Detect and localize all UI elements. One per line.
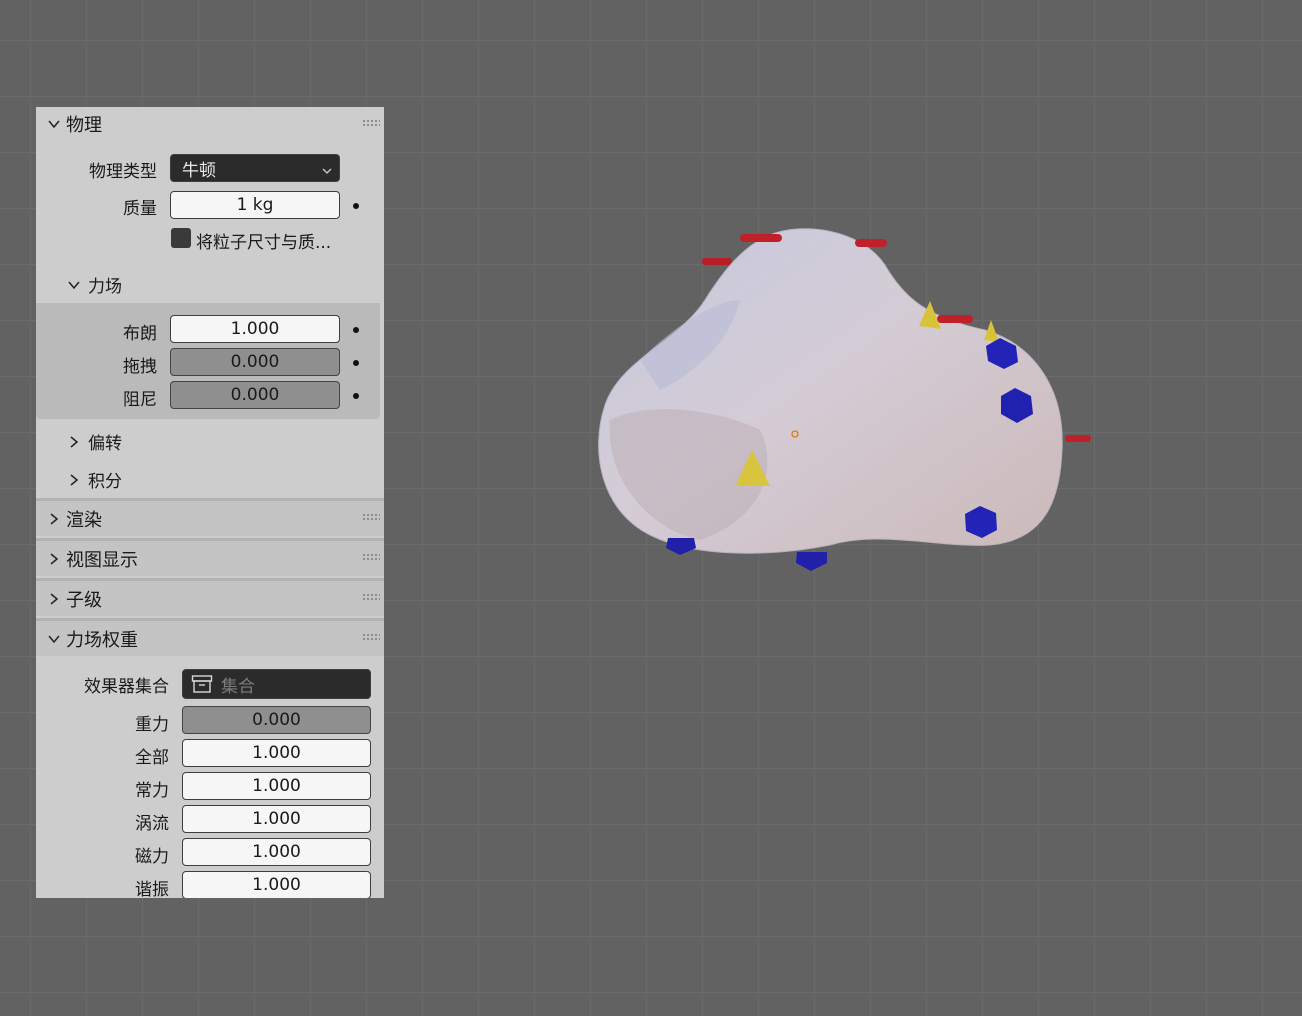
all-value: 1.000 bbox=[252, 743, 301, 763]
red-particles-back bbox=[702, 258, 732, 265]
harmonic-label: 谐振 bbox=[135, 880, 169, 898]
keyframe-dot-icon[interactable] bbox=[353, 393, 359, 399]
field-weights-panel-header[interactable]: 力场权重 bbox=[36, 618, 384, 656]
drag-handle-icon[interactable] bbox=[362, 633, 380, 641]
chevron-right-icon bbox=[66, 472, 82, 488]
deflection-title: 偏转 bbox=[88, 434, 122, 454]
harmonic-field[interactable]: 1.000 bbox=[182, 871, 371, 898]
drag-handle-icon[interactable] bbox=[362, 553, 380, 561]
physics-type-label: 物理类型 bbox=[89, 162, 157, 182]
force-field[interactable]: 1.000 bbox=[182, 772, 371, 800]
effector-collection-field[interactable]: 集合 bbox=[182, 669, 371, 699]
size-mass-checkbox[interactable] bbox=[171, 228, 191, 248]
drag-label: 拖拽 bbox=[123, 357, 157, 377]
deflection-subpanel-header[interactable]: 偏转 bbox=[66, 429, 122, 454]
render-panel-header[interactable]: 渲染 bbox=[36, 498, 384, 536]
chevron-right-icon bbox=[46, 551, 62, 567]
vortex-field[interactable]: 1.000 bbox=[182, 805, 371, 833]
render-title: 渲染 bbox=[66, 509, 102, 531]
magnetic-field[interactable]: 1.000 bbox=[182, 838, 371, 866]
chevron-right-icon bbox=[46, 591, 62, 607]
viewport-display-title: 视图显示 bbox=[66, 549, 138, 571]
integration-subpanel-header[interactable]: 积分 bbox=[66, 467, 122, 492]
brownian-field[interactable]: 1.000 bbox=[170, 315, 340, 343]
vortex-value: 1.000 bbox=[252, 809, 301, 829]
integration-title: 积分 bbox=[88, 472, 122, 492]
brownian-value: 1.000 bbox=[230, 319, 280, 339]
drag-value: 0.000 bbox=[230, 352, 280, 372]
physics-title: 物理 bbox=[66, 115, 102, 136]
chevron-right-icon bbox=[66, 434, 82, 450]
magnetic-value: 1.000 bbox=[252, 842, 301, 862]
chevron-right-icon bbox=[46, 511, 62, 527]
chevron-down-icon bbox=[66, 277, 82, 293]
damp-field[interactable]: 0.000 bbox=[170, 381, 340, 409]
forces-subpanel-header[interactable]: 力场 bbox=[66, 272, 122, 297]
all-field[interactable]: 1.000 bbox=[182, 739, 371, 767]
children-panel-header[interactable]: 子级 bbox=[36, 578, 384, 616]
effector-collection-placeholder: 集合 bbox=[221, 676, 255, 697]
effector-collection-label: 效果器集合 bbox=[84, 677, 169, 697]
keyframe-dot-icon[interactable] bbox=[353, 360, 359, 366]
force-value: 1.000 bbox=[252, 776, 301, 796]
gravity-label: 重力 bbox=[135, 715, 169, 735]
mass-value: 1 kg bbox=[236, 195, 274, 215]
physics-panel-header[interactable]: 物理 bbox=[36, 107, 384, 141]
drag-handle-icon[interactable] bbox=[362, 593, 380, 601]
keyframe-dot-icon[interactable] bbox=[353, 203, 359, 209]
chevron-down-icon bbox=[321, 162, 333, 182]
magnetic-label: 磁力 bbox=[135, 847, 169, 867]
mass-field[interactable]: 1 kg bbox=[170, 191, 340, 219]
gravity-value: 0.000 bbox=[252, 710, 301, 730]
damp-value: 0.000 bbox=[230, 385, 280, 405]
brownian-label: 布朗 bbox=[123, 324, 157, 344]
viewport-display-panel-header[interactable]: 视图显示 bbox=[36, 538, 384, 576]
forces-title: 力场 bbox=[88, 277, 122, 297]
gravity-field[interactable]: 0.000 bbox=[182, 706, 371, 734]
drag-field[interactable]: 0.000 bbox=[170, 348, 340, 376]
vortex-label: 涡流 bbox=[135, 814, 169, 834]
collection-icon bbox=[191, 674, 213, 694]
chevron-down-icon bbox=[46, 631, 62, 647]
particle-properties-panel: 物理 物理类型 牛顿 质量 1 kg 将粒子尺寸与质... 力场 布朗 1.00… bbox=[36, 107, 384, 898]
mass-label: 质量 bbox=[123, 199, 157, 219]
drag-handle-icon[interactable] bbox=[362, 513, 380, 521]
force-label: 常力 bbox=[135, 781, 169, 801]
chevron-down-icon bbox=[46, 116, 62, 132]
drag-handle-icon[interactable] bbox=[362, 119, 380, 127]
size-mass-checkbox-label: 将粒子尺寸与质... bbox=[196, 233, 332, 253]
physics-type-value: 牛顿 bbox=[182, 160, 216, 181]
field-weights-title: 力场权重 bbox=[66, 629, 138, 651]
children-title: 子级 bbox=[66, 589, 102, 611]
all-label: 全部 bbox=[135, 748, 169, 768]
damp-label: 阻尼 bbox=[123, 390, 157, 410]
keyframe-dot-icon[interactable] bbox=[353, 327, 359, 333]
physics-type-dropdown[interactable]: 牛顿 bbox=[170, 154, 340, 182]
harmonic-value: 1.000 bbox=[252, 875, 301, 895]
